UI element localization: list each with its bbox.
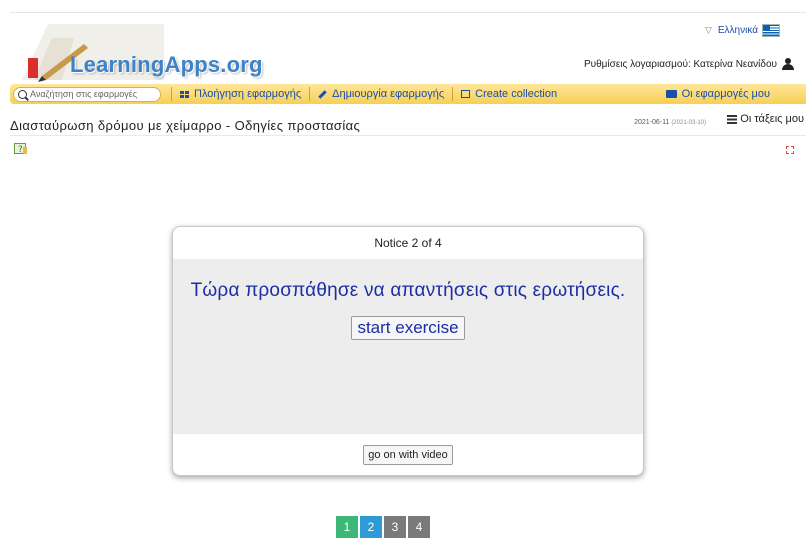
page-button-1[interactable]: 1 [336,516,358,538]
search-input[interactable]: Αναζήτηση στις εφαρμογές [13,86,161,102]
list-icon [727,114,738,124]
folder-icon [665,90,677,98]
notice-message: Τώρα προσπάθησε να απαντήσεις στις ερωτή… [190,280,626,301]
logo-text: LearningApps.org [70,52,263,77]
account-settings-link[interactable]: Ρυθμίσεις λογαριασμού: Κατερίνα Νεανίδου [584,58,794,70]
fullscreen-icon[interactable] [786,146,794,154]
page-button-4[interactable]: 4 [408,516,430,538]
greek-flag-icon [762,24,780,37]
nav-create-label: Δημιουργία εφαρμογής [332,88,445,100]
nav-create-collection[interactable]: Create collection [452,87,565,101]
nav-create-app[interactable]: Δημιουργία εφαρμογής [309,87,452,101]
nav-collection-label: Create collection [475,88,558,100]
app-date: 2021-06-11 [634,119,670,126]
language-selector[interactable]: ▽ Ελληνικά [705,24,780,37]
user-icon [782,58,794,70]
nav-my-apps[interactable]: Οι εφαρμογές μου [658,87,778,101]
notice-footer: go on with video [173,434,643,475]
search-icon [18,89,27,99]
search-placeholder: Αναζήτηση στις εφαρμογές [30,89,138,99]
nav-my-apps-label: Οι εφαρμογές μου [681,88,770,100]
page-button-3[interactable]: 3 [384,516,406,538]
start-exercise-button[interactable]: start exercise [351,316,465,340]
pencil-icon [318,89,327,99]
title-divider [10,135,806,136]
notice-dialog: Notice 2 of 4 Τώρα προσπάθησε να απαντήσ… [172,226,644,476]
my-classes-label: Οι τάξεις μου [740,113,804,125]
language-label: Ελληνικά [717,25,758,36]
help-edit-icon[interactable]: ? [14,143,28,155]
top-divider [10,12,806,13]
go-on-with-video-button[interactable]: go on with video [363,444,453,465]
notice-heading: Notice 2 of 4 [374,236,442,250]
app-dates: 2021-06-11 (2021-03-10) [634,119,706,126]
logo[interactable]: LearningApps.org [14,18,262,84]
main-navbar: Αναζήτηση στις εφαρμογές Πλοήγηση εφαρμο… [10,84,806,104]
dropdown-triangle-icon: ▽ [704,25,712,35]
nav-browse-apps[interactable]: Πλοήγηση εφαρμογής [171,87,309,101]
my-classes-link[interactable]: Οι τάξεις μου [727,113,804,125]
grid-icon [180,90,189,98]
account-label: Ρυθμίσεις λογαριασμού: Κατερίνα Νεανίδου [583,58,777,70]
page-button-2[interactable]: 2 [360,516,382,538]
notice-body: Τώρα προσπάθησε να απαντήσεις στις ερωτή… [173,259,643,434]
pagination: 1 2 3 4 [336,516,430,538]
nav-browse-label: Πλοήγηση εφαρμογής [194,88,302,100]
page-title: Διασταύρωση δρόμου με χείμαρρο - Οδηγίες… [10,118,361,133]
app-date-created: (2021-03-10) [671,120,706,126]
collection-icon [461,90,471,98]
svg-text:?: ? [18,145,23,155]
